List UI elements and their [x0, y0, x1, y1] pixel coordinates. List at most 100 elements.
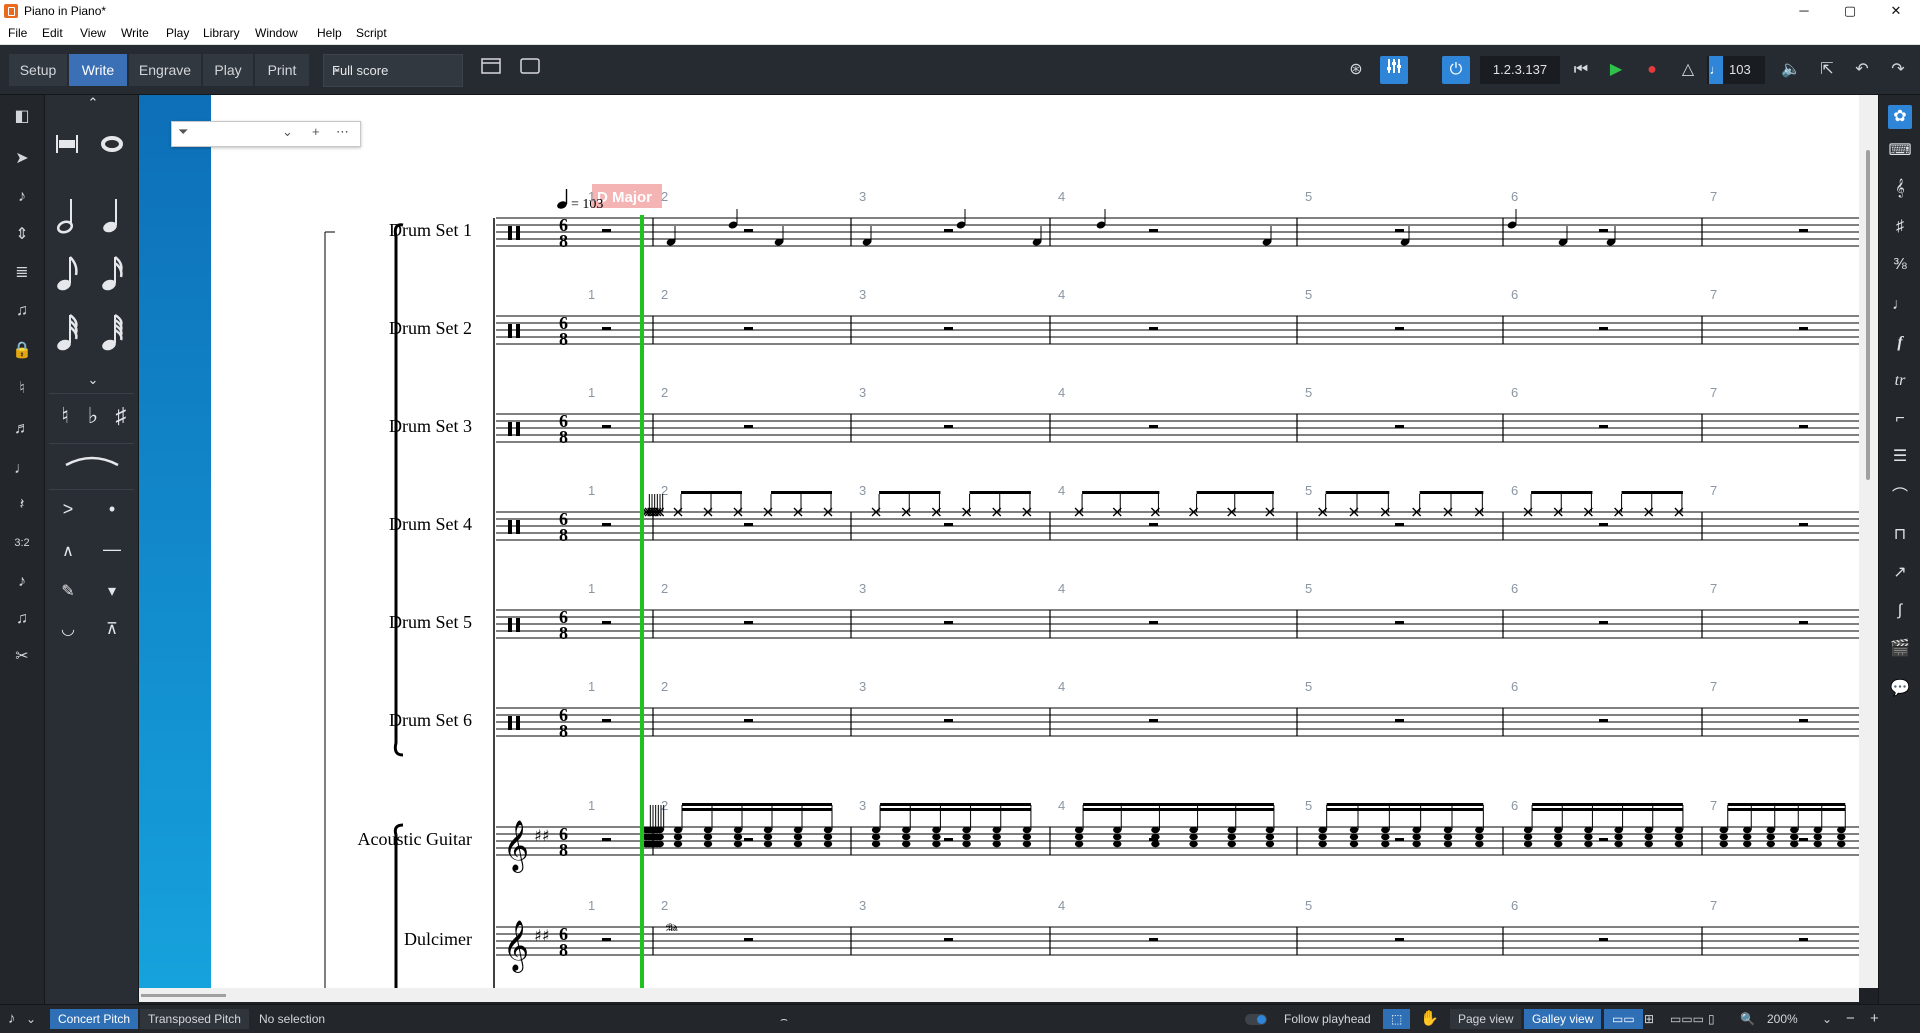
vertical-view-icon[interactable]: ▯ — [1708, 1005, 1715, 1033]
half-note-icon[interactable] — [53, 195, 81, 235]
dynamics-icon[interactable]: f — [1888, 331, 1912, 355]
vertical-scrollbar[interactable] — [1859, 95, 1878, 988]
staccato-icon[interactable]: • — [97, 499, 127, 520]
dotted-note-icon[interactable]: ♩ — [10, 457, 34, 481]
tie-icon[interactable]: ◡ — [53, 619, 83, 639]
menu-file[interactable]: File — [8, 26, 27, 40]
note-input-icon[interactable]: ♪ — [10, 185, 34, 209]
select-tool-icon[interactable]: ➤ — [10, 147, 34, 171]
time-signature-icon[interactable]: ⅜ — [1888, 253, 1912, 277]
natural-icon[interactable]: ♮ — [53, 403, 77, 429]
scroll-thumb[interactable] — [1866, 150, 1870, 480]
chord-mode-icon[interactable]: ≣ — [10, 261, 34, 285]
clef-icon[interactable]: 𝄞 — [1888, 177, 1912, 201]
zoom-level[interactable]: 200% — [1767, 1005, 1798, 1033]
quarter-note-icon[interactable] — [97, 195, 127, 235]
spreads-icon[interactable]: ▭▭ — [1604, 1009, 1643, 1029]
popout-icon[interactable]: ⇱ — [1813, 56, 1841, 84]
scroll-thumb[interactable] — [141, 994, 226, 997]
transposed-pitch-button[interactable]: Transposed Pitch — [140, 1009, 249, 1029]
eighth-note-icon[interactable] — [53, 253, 81, 293]
sixteenth-note-icon[interactable] — [97, 253, 127, 293]
menu-script[interactable]: Script — [356, 26, 387, 40]
cue-icon[interactable]: 🎬 — [1888, 637, 1912, 661]
menu-edit[interactable]: Edit — [42, 26, 63, 40]
menu-write[interactable]: Write — [121, 26, 149, 40]
horizontal-scrollbar[interactable] — [139, 988, 1859, 1002]
caret-icon[interactable]: ⌢ — [780, 1005, 788, 1033]
panel-toggle-icon[interactable]: ◧ — [10, 105, 34, 129]
zoom-icon[interactable]: 🔍 — [1740, 1005, 1755, 1033]
tab-setup[interactable]: Setup — [9, 54, 67, 86]
scissors-icon[interactable]: ✂ — [10, 645, 34, 669]
whole-note-icon[interactable] — [97, 133, 127, 157]
pitch-before-duration-icon[interactable]: ♮ — [10, 377, 34, 401]
tab-print[interactable]: Print — [255, 54, 309, 86]
note-input-icon[interactable]: ♪ — [8, 1005, 16, 1033]
staccatissimo-icon[interactable]: ✎ — [53, 581, 83, 601]
hand-tool-icon[interactable]: ✋ — [1420, 1005, 1439, 1033]
chevron-down-icon[interactable]: ⌄ — [83, 372, 103, 388]
voice-icon[interactable]: ♫ — [10, 607, 34, 631]
bars-icon[interactable]: ☰ — [1888, 445, 1912, 469]
keyboard-icon[interactable]: ⌨ — [1888, 139, 1912, 163]
ornaments-icon[interactable]: tr — [1888, 369, 1912, 393]
playing-techniques-icon[interactable]: ⊓ — [1888, 523, 1912, 547]
tenuto-icon[interactable]: — — [97, 539, 127, 560]
key-signature-icon[interactable]: ♯ — [1888, 215, 1912, 239]
comment-icon[interactable]: 💬 — [1888, 677, 1912, 701]
breve-icon[interactable] — [53, 133, 81, 157]
power-icon[interactable]: ⏻ — [1442, 56, 1470, 84]
tempo-display[interactable]: ♩ 103 — [1707, 56, 1765, 84]
concert-pitch-button[interactable]: Concert Pitch — [50, 1009, 139, 1029]
score-view[interactable]: ⏷ ⌄ + ⋯ D Major = 103 Drum Set 112345676… — [139, 95, 1859, 988]
mixer-icon[interactable] — [1380, 56, 1408, 84]
zoom-in-icon[interactable]: + — [1870, 1005, 1879, 1033]
menu-play[interactable]: Play — [166, 26, 189, 40]
slur-icon[interactable] — [59, 453, 125, 473]
sharp-icon[interactable]: ♯ — [109, 403, 133, 429]
maximize-button[interactable]: ▢ — [1827, 0, 1873, 22]
harp-icon[interactable]: ∫ — [1888, 599, 1912, 623]
speaker-icon[interactable]: 🔈 — [1777, 56, 1805, 84]
tuplet-icon[interactable]: 3:2 — [10, 531, 34, 555]
holds-icon[interactable]: ⌒ — [1888, 485, 1912, 509]
tab-play[interactable]: Play — [203, 54, 253, 86]
chevron-down-icon[interactable]: ⌄ — [26, 1005, 36, 1033]
rewind-icon[interactable]: ⏮ — [1567, 56, 1595, 84]
redo-icon[interactable]: ↷ — [1884, 56, 1912, 84]
repeat-icon[interactable]: ⌐ — [1888, 407, 1912, 431]
menu-help[interactable]: Help — [317, 26, 342, 40]
video-icon[interactable]: ⊛ — [1342, 56, 1370, 84]
page-view-button[interactable]: Page view — [1450, 1009, 1522, 1029]
accent-icon[interactable]: > — [53, 499, 83, 520]
minimize-button[interactable]: ─ — [1781, 0, 1827, 22]
sixty-fourth-note-icon[interactable] — [97, 313, 127, 353]
window-toggle-icon[interactable] — [516, 56, 544, 84]
play-icon[interactable]: ▶ — [1602, 56, 1630, 84]
layout-selector[interactable]: Full score ⌄ — [323, 54, 463, 87]
grace-note-icon[interactable]: ♫ — [10, 299, 34, 323]
insert-mode-icon[interactable]: ⇕ — [10, 223, 34, 247]
palette-icon[interactable]: ✿ — [1888, 105, 1912, 129]
flat-icon[interactable]: ♭ — [81, 403, 105, 429]
tab-engrave[interactable]: Engrave — [129, 54, 201, 86]
lock-duration-icon[interactable]: 🔒 — [10, 339, 34, 363]
tempo-icon[interactable]: ♩ — [1888, 293, 1912, 317]
undo-icon[interactable]: ↶ — [1848, 56, 1876, 84]
layout-options-icon[interactable] — [477, 56, 505, 84]
menu-window[interactable]: Window — [255, 26, 298, 40]
wedge-icon[interactable]: ▾ — [97, 581, 127, 601]
force-duration-icon[interactable]: ♬ — [10, 417, 34, 441]
horizontal-view-icon[interactable]: ▭▭▭ — [1670, 1005, 1704, 1033]
lines-icon[interactable]: ↗ — [1888, 561, 1912, 585]
follow-playhead-toggle[interactable] — [1245, 1014, 1267, 1025]
thirty-second-note-icon[interactable] — [53, 313, 81, 353]
chevron-down-icon[interactable]: ⌄ — [1822, 1005, 1832, 1033]
chevron-up-icon[interactable]: ⌃ — [83, 95, 103, 111]
grace-tool-icon[interactable]: ♪ — [10, 570, 34, 594]
rest-icon[interactable]: 𝄽 — [10, 493, 34, 517]
zoom-out-icon[interactable]: − — [1846, 1005, 1855, 1033]
metronome-icon[interactable]: △ — [1674, 56, 1702, 84]
selection-tools-icon[interactable]: ⬚ — [1383, 1009, 1411, 1029]
